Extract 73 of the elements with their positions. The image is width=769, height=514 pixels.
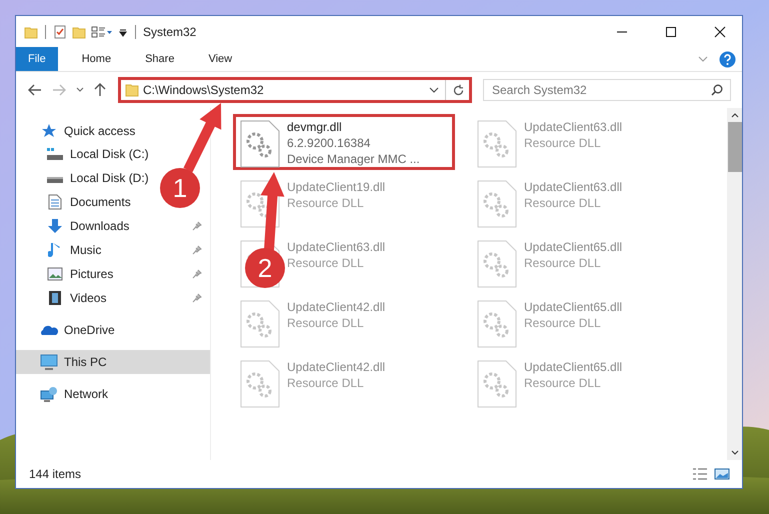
- monitor-icon: [40, 354, 58, 370]
- download-arrow-icon: [47, 218, 63, 234]
- scroll-down-icon[interactable]: [730, 450, 738, 456]
- file-name[interactable]: devmgr.dll: [287, 119, 420, 135]
- ribbon-tab[interactable]: Home: [66, 47, 128, 71]
- gear-file-icon: [239, 359, 281, 409]
- scrollbar[interactable]: [727, 108, 742, 460]
- window-title: System32: [143, 24, 196, 38]
- pin-icon[interactable]: [192, 245, 202, 255]
- document-icon: [48, 194, 62, 210]
- large-icons-view-icon[interactable]: [714, 467, 730, 481]
- caret-icon[interactable]: [429, 86, 439, 94]
- file-detail: Resource DLL: [287, 375, 365, 391]
- gear-file-icon: [476, 239, 518, 289]
- star-icon: [41, 123, 57, 139]
- file-detail: Resource DLL: [287, 195, 365, 211]
- nav-item[interactable]: Music: [16, 238, 106, 262]
- nav-item[interactable]: OneDrive: [16, 318, 119, 342]
- cloud-icon: [40, 324, 58, 336]
- landscape-picture-icon: [47, 267, 63, 281]
- gear-file-icon: [239, 119, 281, 169]
- file-detail: 6.2.9200.16384: [287, 135, 372, 151]
- ribbon-tab[interactable]: View: [192, 47, 248, 71]
- nav-item[interactable]: Pictures: [16, 262, 118, 286]
- file-detail: Resource DLL: [524, 195, 602, 211]
- ribbon-tab[interactable]: File: [16, 47, 58, 71]
- search-field[interactable]: Search System32: [483, 79, 731, 101]
- address-bar[interactable]: C:\Windows\System32: [118, 77, 472, 103]
- folder-icon: [125, 83, 139, 97]
- pin-icon[interactable]: [192, 293, 202, 303]
- gear-file-icon: [476, 359, 518, 409]
- annotation-arrow: [184, 103, 222, 172]
- refresh-icon[interactable]: [452, 84, 465, 96]
- file-detail: Device Manager MMC ...: [287, 151, 420, 167]
- file-detail: Resource DLL: [524, 135, 602, 151]
- file-detail: Resource DLL: [287, 315, 365, 331]
- nav-item[interactable]: This PC: [16, 350, 210, 374]
- layout-icon[interactable]: [91, 24, 113, 38]
- nav-item[interactable]: Documents: [16, 190, 135, 214]
- pin-icon[interactable]: [192, 221, 202, 231]
- chevron-icon[interactable]: [697, 54, 709, 64]
- file-detail: Resource DLL: [287, 255, 365, 271]
- nav-item[interactable]: Local Disk (D:): [16, 166, 153, 190]
- up-arrow-icon[interactable]: [94, 83, 106, 97]
- drive-icon: [46, 147, 64, 161]
- file-detail: Resource DLL: [524, 375, 602, 391]
- ribbon-tab[interactable]: Share: [129, 47, 190, 71]
- details-view-icon[interactable]: [692, 467, 708, 481]
- nav-item[interactable]: Local Disk (C:): [16, 142, 153, 166]
- nav-item[interactable]: Network: [16, 382, 112, 406]
- gear-file-icon: [476, 179, 518, 229]
- nav-item[interactable]: Videos: [16, 286, 110, 310]
- search-icon[interactable]: [711, 84, 723, 96]
- scroll-up-icon[interactable]: [730, 112, 738, 118]
- item-count: 144 items: [29, 467, 82, 481]
- nav-item[interactable]: Quick access: [16, 120, 140, 142]
- gear-file-icon: [239, 299, 281, 349]
- music-note-icon: [48, 242, 62, 258]
- gear-file-icon: [476, 119, 518, 169]
- help-icon[interactable]: [719, 50, 736, 68]
- checklist-icon[interactable]: [53, 24, 67, 38]
- film-icon: [48, 290, 62, 306]
- back-arrow-icon[interactable]: [28, 84, 42, 96]
- file-detail: Resource DLL: [524, 255, 602, 271]
- maximize-icon: [665, 26, 677, 38]
- nav-item[interactable]: Downloads: [16, 214, 134, 238]
- pin-icon[interactable]: [192, 269, 202, 279]
- file-detail: Resource DLL: [524, 315, 602, 331]
- selected-file-item[interactable]: devmgr.dll 6.2.9200.16384 Device Manager MMC ...: [233, 114, 455, 170]
- gear-file-icon: [476, 299, 518, 349]
- close-icon: [714, 26, 726, 38]
- network-icon: [40, 386, 58, 402]
- scrollbar-thumb[interactable]: [728, 122, 742, 172]
